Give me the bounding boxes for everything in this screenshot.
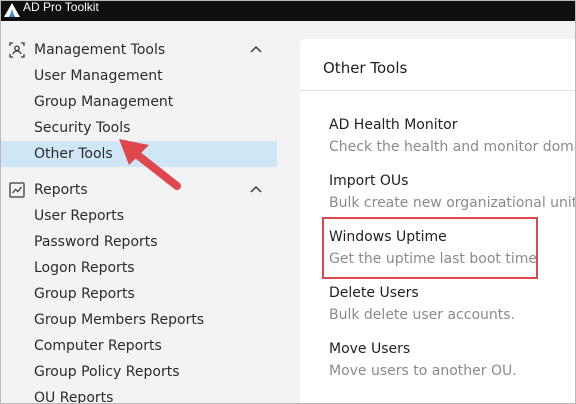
tool-description: Check the health and monitor domain — [329, 139, 576, 155]
sidebar-item-label: Computer Reports — [34, 338, 162, 354]
sidebar-item-label: Group Reports — [34, 286, 135, 302]
sidebar-item-group-policy-reports[interactable]: Group Policy Reports — [1, 359, 277, 385]
sidebar-item-label: Group Management — [34, 94, 174, 110]
sidebar-item-label: OU Reports — [34, 390, 114, 404]
tool-delete-users[interactable]: Delete Users Bulk delete user accounts. — [329, 283, 575, 329]
tool-title: AD Health Monitor — [329, 117, 458, 133]
app-title: AD Pro Toolkit — [23, 0, 99, 14]
sidebar-item-group-reports[interactable]: Group Reports — [1, 281, 277, 307]
sidebar-item-label: Password Reports — [34, 234, 158, 250]
sidebar-item-label: User Management — [34, 68, 163, 84]
app-window: AD Pro Toolkit Management Tools User Man… — [0, 0, 576, 404]
tool-title: Import OUs — [329, 173, 409, 189]
sidebar-item-user-reports[interactable]: User Reports — [1, 203, 277, 229]
divider — [300, 90, 575, 91]
tool-import-ous[interactable]: Import OUs Bulk create new organizationa… — [329, 171, 576, 217]
sidebar-item-label: Group Policy Reports — [34, 364, 180, 380]
user-scan-icon — [9, 42, 25, 58]
tool-description: Move users to another OU. — [329, 363, 517, 379]
tool-ad-health-monitor[interactable]: AD Health Monitor Check the health and m… — [329, 115, 576, 161]
sidebar-item-group-management[interactable]: Group Management — [1, 89, 277, 115]
page-title: Other Tools — [323, 59, 408, 77]
section-management-tools[interactable]: Management Tools — [1, 37, 291, 63]
chevron-up-icon[interactable] — [250, 45, 262, 53]
app-logo-icon — [4, 3, 20, 17]
sidebar-item-label: Group Members Reports — [34, 312, 205, 328]
title-bar: AD Pro Toolkit — [1, 0, 575, 21]
chevron-up-icon[interactable] — [250, 185, 262, 193]
section-label: Management Tools — [34, 42, 166, 58]
sidebar-item-label: Logon Reports — [34, 260, 135, 276]
tool-title: Delete Users — [329, 285, 419, 301]
sidebar-item-user-management[interactable]: User Management — [1, 63, 277, 89]
red-arrow-annotation — [119, 139, 181, 190]
section-label: Reports — [34, 182, 88, 198]
sidebar-item-password-reports[interactable]: Password Reports — [1, 229, 277, 255]
tool-description: Bulk create new organizational units. — [329, 195, 576, 211]
chart-icon — [9, 182, 25, 198]
highlight-box-annotation — [322, 217, 538, 279]
sidebar-item-ou-reports[interactable]: OU Reports — [1, 385, 277, 404]
sidebar-item-label: Other Tools — [34, 146, 113, 162]
sidebar-item-label: User Reports — [34, 208, 125, 224]
tool-title: Move Users — [329, 341, 411, 357]
sidebar: Management Tools User Management Group M… — [1, 21, 291, 404]
tool-move-users[interactable]: Move Users Move users to another OU. — [329, 339, 575, 385]
sidebar-item-logon-reports[interactable]: Logon Reports — [1, 255, 277, 281]
sidebar-item-computer-reports[interactable]: Computer Reports — [1, 333, 277, 359]
sidebar-item-group-members-reports[interactable]: Group Members Reports — [1, 307, 277, 333]
tool-description: Bulk delete user accounts. — [329, 307, 515, 323]
